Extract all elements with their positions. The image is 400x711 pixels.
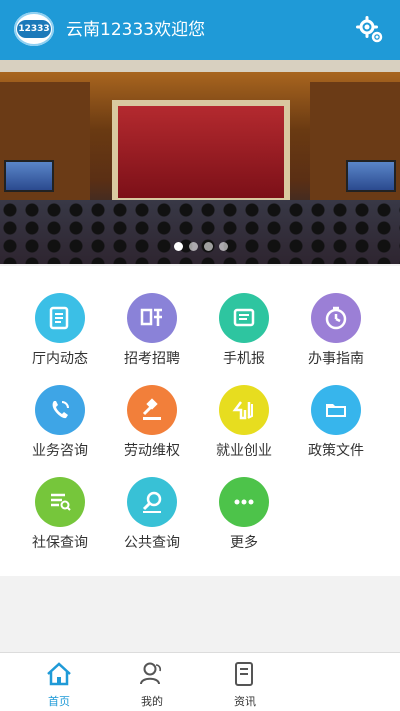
tile-recruit[interactable]: 招考招聘: [106, 266, 198, 367]
app-logo: 12333: [14, 12, 54, 46]
banner-screen-right: [346, 160, 396, 192]
nav-home[interactable]: 首页: [24, 659, 94, 709]
gear-icon[interactable]: [356, 16, 384, 44]
carousel-dot[interactable]: [189, 242, 198, 251]
logo-text: 12333: [17, 20, 51, 38]
home-icon: [47, 662, 71, 686]
tile-news[interactable]: 厅内动态: [14, 266, 106, 367]
tile-labor-rights[interactable]: 劳动维权: [106, 358, 198, 459]
document-icon: [235, 662, 253, 686]
tile-mobile-newspaper[interactable]: 手机报: [198, 266, 290, 367]
tile-label: 公共查询: [124, 535, 180, 551]
tile-public-query[interactable]: 公共查询: [106, 450, 198, 551]
bottom-nav: 首页 我的 资讯: [0, 652, 400, 711]
tile-social-security[interactable]: 社保查询: [14, 450, 106, 551]
carousel-indicators[interactable]: [174, 242, 228, 251]
recruit-icon: [127, 293, 177, 343]
nav-label: 资讯: [234, 695, 256, 708]
banner-audience: [0, 200, 400, 264]
function-grid: 厅内动态 招考招聘 手机报 办事指南 业务咨询 劳动维权 就业创业 政策文件 社…: [0, 266, 400, 576]
gavel-icon: [127, 385, 177, 435]
nav-mine[interactable]: 我的: [117, 659, 187, 709]
carousel-dot[interactable]: [204, 242, 213, 251]
tile-label: 社保查询: [32, 535, 88, 551]
nav-info[interactable]: 资讯: [210, 659, 280, 709]
tile-label: 更多: [230, 535, 258, 551]
tile-more[interactable]: 更多: [198, 450, 290, 551]
carousel-dot[interactable]: [174, 242, 183, 251]
list-search-icon: [35, 477, 85, 527]
tile-consult[interactable]: 业务咨询: [14, 358, 106, 459]
tile-label: 政策文件: [308, 443, 364, 459]
phone-icon: [35, 385, 85, 435]
banner-carousel[interactable]: [0, 60, 400, 264]
user-icon: [140, 662, 162, 685]
entrepreneurship-icon: [219, 385, 269, 435]
banner-stage: [118, 106, 284, 198]
carousel-dot[interactable]: [219, 242, 228, 251]
stopwatch-icon: [311, 293, 361, 343]
nav-label: 首页: [48, 695, 70, 708]
nav-label: 我的: [141, 695, 163, 708]
tile-employment[interactable]: 就业创业: [198, 358, 290, 459]
more-icon: [219, 477, 269, 527]
banner-screen-left: [4, 160, 54, 192]
tile-guide[interactable]: 办事指南: [290, 266, 382, 367]
page-title: 云南12333欢迎您: [66, 20, 206, 40]
news-icon: [35, 293, 85, 343]
tile-policy[interactable]: 政策文件: [290, 358, 382, 459]
folder-icon: [311, 385, 361, 435]
search-icon: [127, 477, 177, 527]
mobile-newspaper-icon: [219, 293, 269, 343]
app-header: 12333 云南12333欢迎您: [0, 0, 400, 60]
